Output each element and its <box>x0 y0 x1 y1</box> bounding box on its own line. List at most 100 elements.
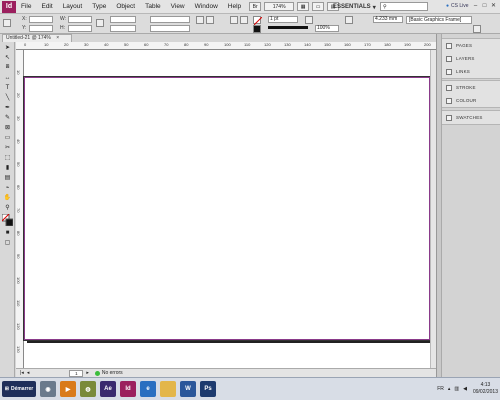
reference-point-icon[interactable] <box>3 19 11 27</box>
gap-tool-icon[interactable]: ↔ <box>2 73 13 82</box>
opacity-field[interactable]: 100% <box>315 25 339 32</box>
cs-live-button[interactable]: ● CS Live <box>446 3 469 9</box>
scissors-tool-icon[interactable]: ✂ <box>2 143 13 152</box>
select-container-icon[interactable] <box>230 16 238 24</box>
constrain-proportions-icon[interactable] <box>96 19 104 27</box>
x-field[interactable] <box>29 16 53 23</box>
bridge-button[interactable]: Br <box>249 2 262 11</box>
media-player-icon[interactable]: ▶ <box>60 381 76 397</box>
screen-mode-icon[interactable]: ▢ <box>2 238 13 247</box>
menu-layout[interactable]: Layout <box>58 3 88 10</box>
ie-icon[interactable]: e <box>140 381 156 397</box>
fitting-field[interactable]: 4.233 mm <box>373 16 403 23</box>
ruler-tick-label: 200 <box>424 42 431 47</box>
pen-tool-icon[interactable]: ✒ <box>2 103 13 112</box>
next-page-icon[interactable]: ▸ <box>86 370 89 376</box>
ruler-tick-label: 100 <box>224 42 231 47</box>
ruler-tick-label: 160 <box>344 42 351 47</box>
ae-icon[interactable]: Ae <box>100 381 116 397</box>
maximize-button[interactable]: □ <box>481 3 488 10</box>
panel-group-stroke: STROKE COLOUR <box>442 80 500 108</box>
firefox-icon[interactable]: ◍ <box>80 381 96 397</box>
network-icon[interactable]: ▥ <box>454 386 459 392</box>
zoom-select[interactable]: 174% <box>264 2 295 11</box>
panel-menu-icon[interactable] <box>473 25 481 33</box>
rectangle-frame-tool-icon[interactable]: ⊠ <box>2 123 13 132</box>
stroke-weight-field[interactable]: 1 pt <box>268 16 298 23</box>
close-icon[interactable]: × <box>56 35 59 41</box>
preflight-status[interactable]: No errors <box>94 370 123 376</box>
panel-swatches[interactable]: SWATCHES <box>442 111 500 124</box>
scale-x-field[interactable] <box>110 16 136 23</box>
scale-y-field[interactable] <box>110 25 136 32</box>
cs-live-icon: ● <box>446 3 450 9</box>
stroke-type-preview[interactable] <box>268 26 308 29</box>
fill-stroke-icon[interactable] <box>2 213 13 227</box>
rotate-icon[interactable] <box>196 16 204 24</box>
document-page[interactable] <box>23 76 431 341</box>
ruler-tick-label: 190 <box>404 42 411 47</box>
rotation-field[interactable] <box>150 16 190 23</box>
panel-pages[interactable]: PAGES <box>442 39 500 52</box>
vertical-ruler[interactable]: 10 20 30 40 50 60 70 80 90 100 110 120 130 <box>16 50 24 368</box>
search-input[interactable]: ⚲ <box>380 2 428 11</box>
free-transform-tool-icon[interactable]: ⬚ <box>2 153 13 162</box>
eyedropper-tool-icon[interactable]: ⌁ <box>2 183 13 192</box>
gradient-tool-icon[interactable]: ▮ <box>2 163 13 172</box>
flip-icon[interactable] <box>206 16 214 24</box>
direct-selection-tool-icon[interactable]: ↖ <box>2 53 13 62</box>
language-indicator[interactable]: FR <box>437 386 444 392</box>
page-number-field[interactable]: 1 <box>69 369 84 377</box>
rectangle-tool-icon[interactable]: ▭ <box>2 133 13 142</box>
folder-icon[interactable] <box>160 381 176 397</box>
select-content-icon[interactable] <box>240 16 248 24</box>
menu-file[interactable]: File <box>16 3 36 10</box>
view-options-button[interactable]: ▦ <box>297 2 310 11</box>
horizontal-ruler[interactable]: 0 10 20 30 40 50 60 70 80 90 100 110 120 130 140 150 160… <box>16 42 436 50</box>
y-field[interactable] <box>29 25 53 32</box>
quicklaunch-icon[interactable]: ◉ <box>40 381 56 397</box>
height-field[interactable] <box>68 25 92 32</box>
menu-edit[interactable]: Edit <box>36 3 57 10</box>
pencil-tool-icon[interactable]: ✎ <box>2 113 13 122</box>
menu-window[interactable]: Window <box>190 3 223 10</box>
selection-tool-icon[interactable]: ➤ <box>2 43 13 52</box>
panel-layers[interactable]: LAYERS <box>442 52 500 65</box>
shear-field[interactable] <box>150 25 190 32</box>
menu-view[interactable]: View <box>166 3 190 10</box>
shadow-icon[interactable] <box>345 16 353 24</box>
photoshop-icon[interactable]: Ps <box>200 381 216 397</box>
stroke-swatch-icon[interactable] <box>253 25 261 33</box>
type-tool-icon[interactable]: T <box>2 83 13 92</box>
first-page-icon[interactable]: |◂ <box>20 370 24 376</box>
zoom-tool-icon[interactable]: ⚲ <box>2 203 13 212</box>
volume-icon[interactable]: ◀ <box>463 386 467 392</box>
previous-page-icon[interactable]: ◂ <box>27 370 30 376</box>
screen-mode-button[interactable]: ▭ <box>312 2 325 11</box>
workspace-switcher[interactable]: ESSENTIALS ▾ <box>333 2 376 12</box>
width-field[interactable] <box>68 16 92 23</box>
panel-stroke[interactable]: STROKE <box>442 81 500 94</box>
tray-arrow-icon[interactable]: ▴ <box>448 386 451 392</box>
word-icon[interactable]: W <box>180 381 196 397</box>
menu-object[interactable]: Object <box>111 3 140 10</box>
menu-help[interactable]: Help <box>223 3 246 10</box>
menu-table[interactable]: Table <box>140 3 166 10</box>
close-button[interactable]: ✕ <box>490 3 497 10</box>
hand-tool-icon[interactable]: ✋ <box>2 193 13 202</box>
note-tool-icon[interactable]: ▤ <box>2 173 13 182</box>
indesign-icon[interactable]: Id <box>120 381 136 397</box>
effects-icon[interactable] <box>305 16 313 24</box>
minimize-button[interactable]: – <box>472 3 479 10</box>
start-button[interactable]: ⊞ Démarrer <box>2 381 36 397</box>
document-tab[interactable]: Untitled-21 @ 174% × <box>2 34 72 42</box>
page-tool-icon[interactable]: ⧈ <box>2 63 13 72</box>
panel-colour[interactable]: COLOUR <box>442 94 500 107</box>
fill-swatch-icon[interactable] <box>253 16 263 26</box>
clock[interactable]: 4:13 09/02/2013 <box>473 382 498 396</box>
object-style-select[interactable]: [Basic Graphics Frame] <box>406 16 472 24</box>
line-tool-icon[interactable]: ╲ <box>2 93 13 102</box>
apply-color-icon[interactable]: ■ <box>2 228 13 237</box>
panel-links[interactable]: LINKS <box>442 65 500 78</box>
menu-type[interactable]: Type <box>87 3 111 10</box>
